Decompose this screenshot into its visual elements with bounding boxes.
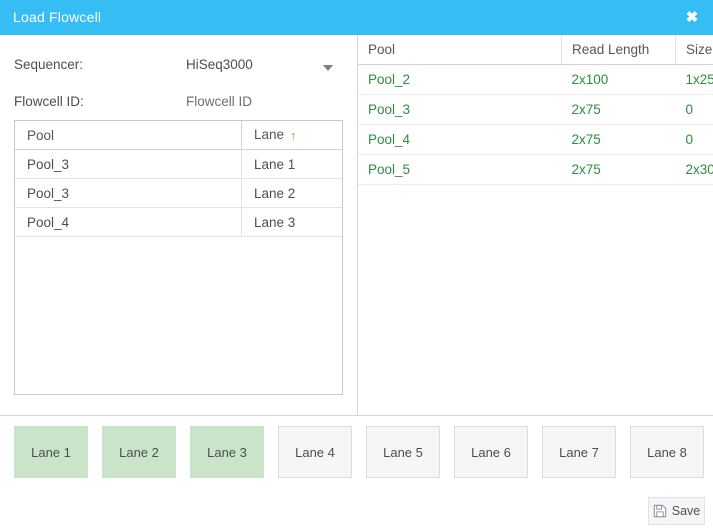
table-row[interactable]: Pool_3 Lane 1 — [15, 149, 342, 179]
save-button[interactable]: Save — [648, 497, 705, 525]
table-row[interactable]: Pool_4 Lane 3 — [15, 207, 342, 237]
sequencer-field-row: Sequencer: HiSeq3000 — [0, 57, 345, 81]
cell-pool: Pool_4 — [15, 207, 242, 237]
cell-pool: Pool_4 — [358, 124, 562, 155]
save-button-label: Save — [671, 504, 701, 518]
right-panel: Pool Read Length Size Pool_2 2x100 1x25 … — [358, 35, 713, 415]
loaded-pools-table-body: Pool_3 Lane 1 Pool_3 Lane 2 Pool_4 Lane … — [15, 149, 342, 237]
lane-button-3[interactable]: Lane 3 — [190, 426, 264, 478]
lane-button-label: Lane 5 — [383, 444, 423, 460]
available-pools-table-body: Pool_2 2x100 1x25 Pool_3 2x75 0 Pool_4 2… — [358, 64, 713, 185]
lane-selector: Lane 1 Lane 2 Lane 3 Lane 4 Lane 5 Lane … — [0, 426, 713, 479]
cell-size: 0 — [675, 124, 713, 155]
lane-button-2[interactable]: Lane 2 — [102, 426, 176, 478]
dialog-title: Load Flowcell — [13, 9, 102, 25]
cell-pool: Pool_3 — [358, 94, 562, 125]
cell-pool: Pool_3 — [15, 149, 242, 179]
column-header-lane-label: Lane — [254, 127, 285, 142]
sequencer-select-value[interactable]: HiSeq3000 — [186, 57, 253, 72]
cell-lane: Lane 2 — [241, 178, 342, 208]
cell-read-length: 2x75 — [561, 154, 676, 185]
lane-button-label: Lane 1 — [31, 444, 71, 460]
cell-lane: Lane 1 — [241, 149, 342, 179]
flowcell-id-input[interactable]: Flowcell ID — [186, 94, 252, 109]
flowcell-id-field-row: Flowcell ID: Flowcell ID — [0, 94, 345, 118]
chevron-down-icon[interactable] — [323, 65, 333, 71]
table-row[interactable]: Pool_4 2x75 0 — [358, 124, 713, 155]
cell-lane: Lane 3 — [241, 207, 342, 237]
loaded-pools-table: Pool Lane ↑ Pool_3 Lane 1 Pool_3 Lane 2 P… — [14, 120, 343, 395]
cell-size: 2x300 — [675, 154, 713, 185]
close-icon[interactable]: ✖ — [681, 7, 703, 29]
lane-button-8[interactable]: Lane 8 — [630, 426, 704, 478]
column-header-lane[interactable]: Lane ↑ — [241, 121, 342, 150]
dialog-body: Sequencer: HiSeq3000 Flowcell ID: Flowce… — [0, 35, 713, 415]
sequencer-label: Sequencer: — [14, 57, 84, 72]
lane-button-label: Lane 7 — [559, 444, 599, 460]
cell-read-length: 2x100 — [561, 64, 676, 95]
table-header-row: Pool Read Length Size — [358, 35, 713, 65]
lane-button-label: Lane 2 — [119, 444, 159, 460]
cell-pool: Pool_5 — [358, 154, 562, 185]
table-row[interactable]: Pool_2 2x100 1x25 — [358, 64, 713, 95]
available-pools-table: Pool Read Length Size Pool_2 2x100 1x25 … — [358, 35, 713, 185]
lane-button-label: Lane 6 — [471, 444, 511, 460]
table-header-row: Pool Lane ↑ — [15, 121, 342, 150]
lane-button-5[interactable]: Lane 5 — [366, 426, 440, 478]
left-panel: Sequencer: HiSeq3000 Flowcell ID: Flowce… — [0, 35, 357, 415]
cell-pool: Pool_3 — [15, 178, 242, 208]
sort-ascending-icon: ↑ — [290, 128, 297, 143]
cell-pool: Pool_2 — [358, 64, 562, 95]
flowcell-id-label: Flowcell ID: — [14, 94, 84, 109]
cell-size: 1x25 — [675, 64, 713, 95]
table-row[interactable]: Pool_5 2x75 2x300 — [358, 154, 713, 185]
cell-size: 0 — [675, 94, 713, 125]
column-header-pool[interactable]: Pool — [15, 121, 242, 150]
footer-divider — [0, 415, 713, 416]
column-header-pool[interactable]: Pool — [358, 35, 562, 65]
lane-button-4[interactable]: Lane 4 — [278, 426, 352, 478]
lane-button-7[interactable]: Lane 7 — [542, 426, 616, 478]
column-header-size[interactable]: Size — [675, 35, 713, 65]
lane-button-label: Lane 4 — [295, 444, 335, 460]
table-row[interactable]: Pool_3 Lane 2 — [15, 178, 342, 208]
lane-button-label: Lane 8 — [647, 444, 687, 460]
dialog-title-bar: Load Flowcell ✖ — [0, 0, 713, 35]
floppy-disk-icon — [653, 504, 667, 518]
cell-read-length: 2x75 — [561, 124, 676, 155]
lane-button-1[interactable]: Lane 1 — [14, 426, 88, 478]
cell-read-length: 2x75 — [561, 94, 676, 125]
table-row[interactable]: Pool_3 2x75 0 — [358, 94, 713, 125]
lane-button-6[interactable]: Lane 6 — [454, 426, 528, 478]
column-header-read-length[interactable]: Read Length — [561, 35, 676, 65]
lane-button-label: Lane 3 — [207, 444, 247, 460]
